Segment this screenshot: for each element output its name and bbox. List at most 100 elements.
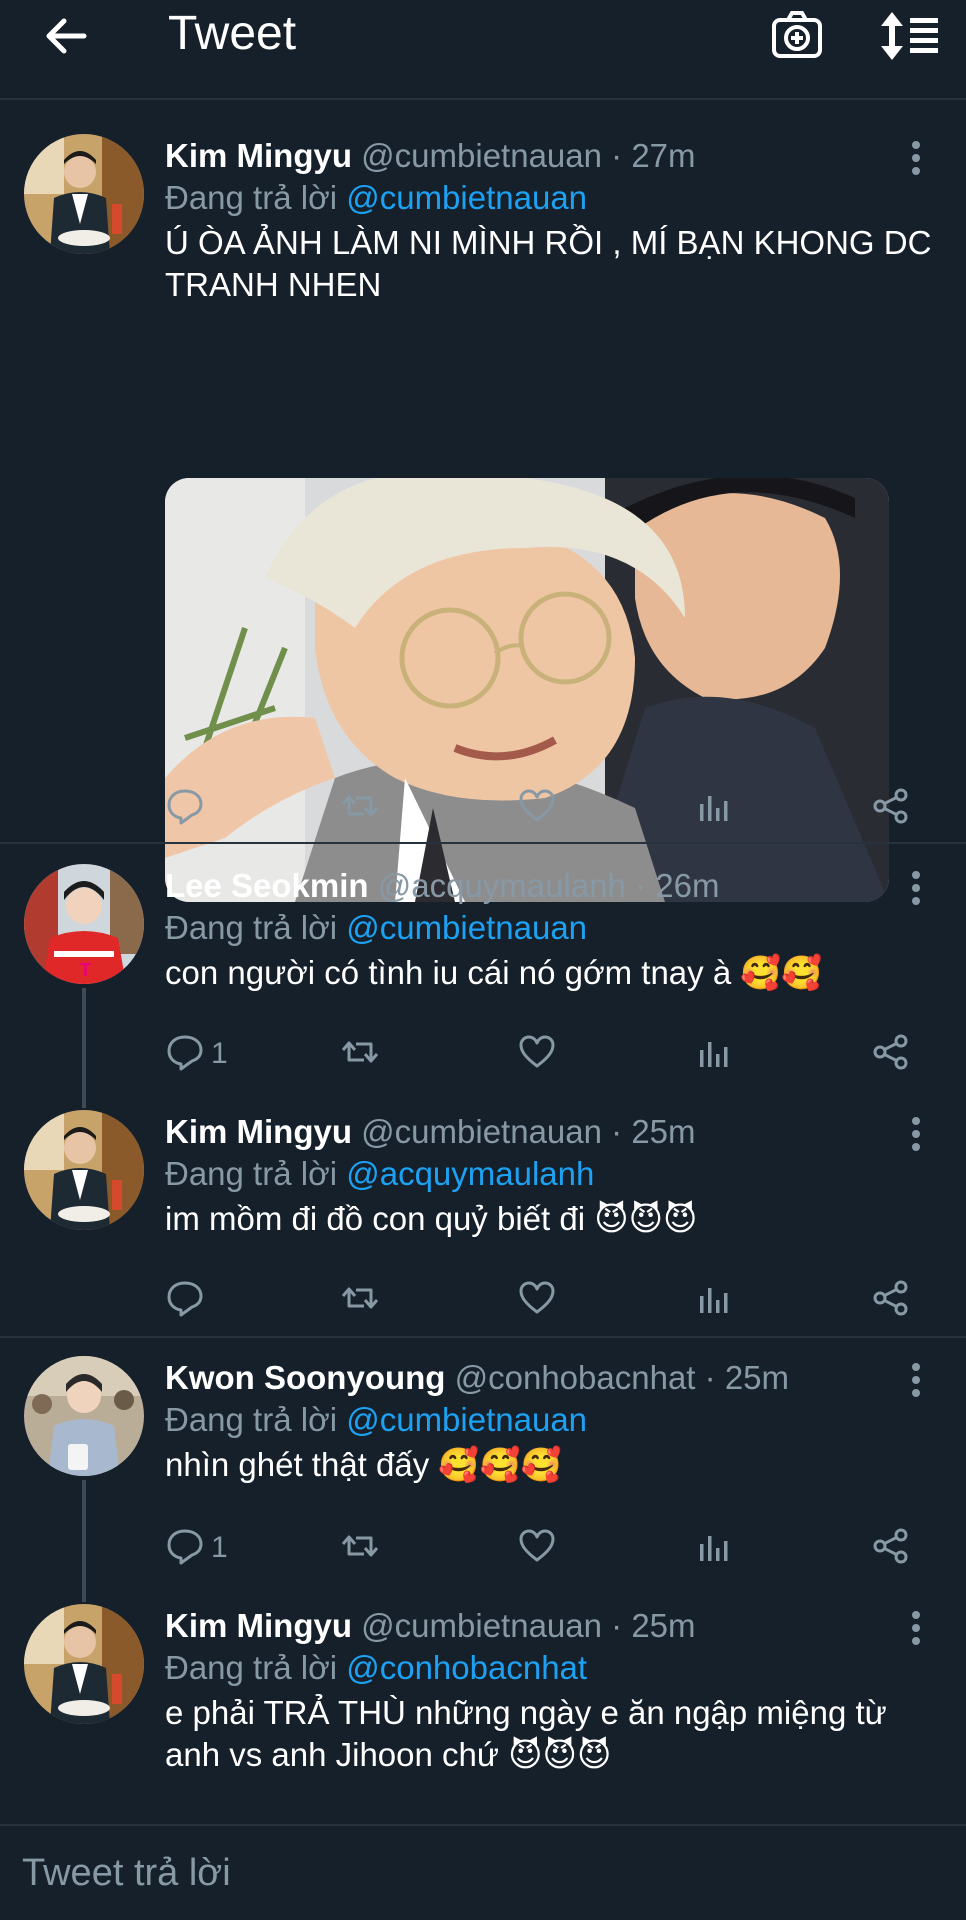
analytics-button[interactable] [693,1526,733,1570]
user-handle[interactable]: @cumbietnauan [361,1607,602,1644]
tweet-actions [165,1278,925,1322]
like-button[interactable] [517,1526,557,1570]
user-handle[interactable]: @acquymaulanh [378,867,626,904]
timestamp: · 25m [704,1359,790,1396]
tweet-text: con người có tình iu cái nó gớm tnay à 🥰… [165,954,823,991]
share-icon [871,786,911,826]
avatar-image: T [24,864,144,984]
more-vertical-icon[interactable] [898,1360,934,1400]
tweet[interactable]: Kim Mingyu @cumbietnauan · 25m Đang trả … [0,1604,966,1820]
retweet-icon [340,1278,380,1318]
mention-link[interactable]: @conhobacnhat [346,1649,587,1686]
reply-count: 1 [211,1037,228,1070]
reply-compose-bar [0,1824,966,1920]
user-handle[interactable]: @conhobacnhat [455,1359,696,1396]
share-button[interactable] [871,1278,911,1322]
share-button[interactable] [871,1032,911,1076]
tweet[interactable]: Kwon Soonyoung @conhobacnhat · 25m Đang … [0,1356,966,1576]
tweet-actions: 1 [165,1032,925,1076]
replying-to: Đang trả lời @cumbietnauan [165,176,587,220]
replying-to: Đang trả lời @cumbietnauan [165,906,587,950]
reply-input[interactable] [20,1844,924,1902]
analytics-button[interactable] [693,786,733,830]
reply-button[interactable] [165,786,205,830]
display-name[interactable]: Lee Seokmin [165,867,369,904]
avatar[interactable] [24,1604,144,1724]
top-bar: Tweet [0,0,966,100]
mention-link[interactable]: @cumbietnauan [346,179,587,216]
like-button[interactable] [517,1032,557,1076]
tweet-meta: Kim Mingyu @cumbietnauan · 25m [165,1604,696,1648]
replying-to-label: Đang trả lời [165,1649,338,1686]
back-arrow-icon[interactable] [40,10,92,62]
avatar[interactable] [24,1110,144,1230]
display-name[interactable]: Kim Mingyu [165,1607,352,1644]
display-name[interactable]: Kwon Soonyoung [165,1359,445,1396]
tweet-meta: Kim Mingyu @cumbietnauan · 27m [165,134,696,178]
mention-link[interactable]: @acquymaulanh [346,1155,594,1192]
like-icon [517,1032,557,1072]
timestamp: · 26m [635,867,720,904]
user-handle[interactable]: @cumbietnauan [361,137,602,174]
retweet-icon [340,1526,380,1566]
like-icon [517,786,557,826]
avatar[interactable] [24,1356,144,1476]
like-icon [517,1278,557,1318]
tweet-photo[interactable] [165,478,889,902]
more-vertical-icon[interactable] [898,1114,934,1154]
analytics-button[interactable] [693,1278,733,1322]
analytics-icon [693,1032,733,1072]
share-button[interactable] [871,786,911,830]
tweet-text: nhìn ghét thật đấy 🥰🥰🥰 [165,1446,562,1483]
tweet-meta: Lee Seokmin @acquymaulanh · 26m [165,864,719,908]
more-vertical-icon[interactable] [898,138,934,178]
reply-button[interactable]: 1 [165,1526,228,1570]
replying-to-label: Đang trả lời [165,1401,338,1438]
replying-to-label: Đang trả lời [165,909,338,946]
retweet-button[interactable] [340,1032,380,1076]
timestamp: · 27m [611,137,696,174]
like-icon [517,1526,557,1566]
analytics-button[interactable] [693,1032,733,1076]
avatar[interactable] [24,134,144,254]
retweet-icon [340,1032,380,1072]
share-icon [871,1032,911,1072]
svg-text:T: T [80,960,91,980]
analytics-icon [693,786,733,826]
retweet-button[interactable] [340,1278,380,1322]
analytics-icon [693,1526,733,1566]
reply-button[interactable]: 1 [165,1032,228,1076]
share-icon [871,1526,911,1566]
tweet[interactable]: Kim Mingyu @cumbietnauan · 25m Đang trả … [0,1110,966,1330]
tweet-meta: Kwon Soonyoung @conhobacnhat · 25m [165,1356,789,1400]
avatar-image [24,1110,144,1230]
like-button[interactable] [517,1278,557,1322]
retweet-button[interactable] [340,786,380,830]
avatar[interactable]: T [24,864,144,984]
like-button[interactable] [517,786,557,830]
tweet[interactable]: T Lee Seokmin @acquymaulanh · 26m Đang t… [0,864,966,1084]
display-name[interactable]: Kim Mingyu [165,1113,352,1150]
mention-link[interactable]: @cumbietnauan [346,909,587,946]
tweet[interactable]: Kim Mingyu @cumbietnauan · 27m Đang trả … [0,134,966,902]
tweet-actions [165,786,925,830]
replying-to-label: Đang trả lời [165,1155,338,1192]
tweet-text: im mồm đi đồ con quỷ biết đi 😈😈😈 [165,1200,698,1237]
retweet-icon [340,786,380,826]
mention-link[interactable]: @cumbietnauan [346,1401,587,1438]
reply-icon [165,786,205,826]
avatar-image [24,1604,144,1724]
display-name[interactable]: Kim Mingyu [165,137,352,174]
reply-icon [165,1278,205,1318]
tweet-meta: Kim Mingyu @cumbietnauan · 25m [165,1110,696,1154]
camera-plus-icon[interactable] [770,8,824,62]
reply-button[interactable] [165,1278,205,1322]
avatar-image [24,1356,144,1476]
more-vertical-icon[interactable] [898,1608,934,1648]
retweet-button[interactable] [340,1526,380,1570]
sort-icon[interactable] [878,10,940,62]
user-handle[interactable]: @cumbietnauan [361,1113,602,1150]
share-button[interactable] [871,1526,911,1570]
reply-count: 1 [211,1531,228,1564]
more-vertical-icon[interactable] [898,868,934,908]
